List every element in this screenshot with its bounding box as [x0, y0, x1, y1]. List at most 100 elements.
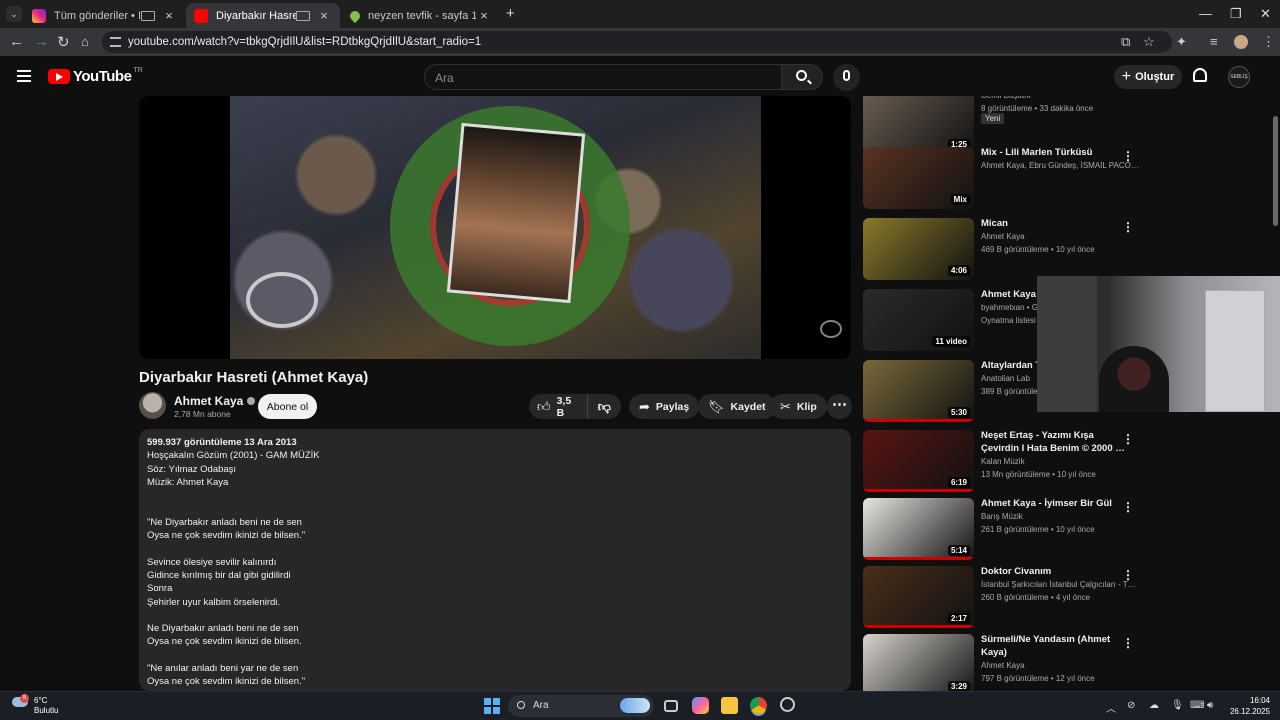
description-line: Müzik: Ahmet Kaya — [147, 476, 229, 488]
share-button[interactable]: ➦ Paylaş — [629, 394, 700, 419]
taskbar-search[interactable]: Ara — [508, 695, 654, 717]
clip-button[interactable]: ✂ Klip — [770, 394, 827, 419]
close-tab-icon[interactable]: × — [161, 8, 177, 23]
more-options-icon[interactable]: ⋮ — [1122, 568, 1134, 582]
reading-list-icon[interactable]: ≡ — [1210, 34, 1218, 49]
video-thumbnail[interactable]: Mix — [863, 147, 974, 209]
restore-icon[interactable]: ❐ — [1230, 6, 1242, 22]
profile-avatar[interactable] — [1234, 35, 1248, 49]
minimize-icon[interactable]: — — [1199, 6, 1212, 21]
like-button[interactable]: 👍︎ 3,5 B — [529, 394, 588, 419]
app-icon-red-badge[interactable] — [780, 697, 795, 712]
temperature: 6°C — [34, 696, 48, 705]
channel-name[interactable]: Ahmet Kaya — [174, 394, 256, 408]
close-tab-icon[interactable]: × — [316, 8, 332, 23]
recommendation-channel[interactable]: Ahmet Kaya — [981, 661, 1025, 670]
file-explorer-icon[interactable] — [721, 697, 738, 714]
tab-search-button[interactable]: ⌄ — [6, 6, 22, 22]
recommendation-channel[interactable]: Cemil Baştürk — [981, 96, 1031, 100]
recommendation-item[interactable]: 2:17 Doktor Civanım İstanbul Şarkıcıları İ… — [863, 566, 1263, 632]
reload-icon[interactable]: ↻ — [57, 33, 70, 51]
subscribe-button[interactable]: Abone ol — [258, 394, 317, 419]
account-avatar[interactable]: SEBLİŞ — [1228, 66, 1250, 88]
channel-watermark[interactable] — [820, 320, 842, 338]
notifications-bell-icon[interactable] — [1193, 68, 1207, 82]
more-options-icon[interactable]: ⋮ — [1122, 636, 1134, 650]
menu-icon[interactable] — [17, 70, 31, 82]
recommendation-channel[interactable]: İstanbul Şarkıcıları İstanbul Çalgıcılar… — [981, 580, 1136, 589]
more-options-icon[interactable]: ⋮ — [1122, 500, 1134, 514]
new-tab-button[interactable]: + — [506, 5, 515, 22]
sync-off-icon[interactable]: ⊘ — [1127, 700, 1135, 711]
start-button[interactable] — [484, 698, 500, 714]
scrollbar-thumb[interactable] — [1273, 116, 1278, 226]
recommendation-channel[interactable]: byahmetxan • G — [981, 303, 1038, 312]
video-thumbnail[interactable]: 11 video — [863, 289, 974, 351]
recommendation-title[interactable]: Doktor Civanım — [981, 566, 1131, 579]
recommendation-channel[interactable]: Barış Müzik — [981, 512, 1023, 521]
install-app-icon[interactable]: ⧉ — [1121, 34, 1130, 50]
home-icon[interactable]: ⌂ — [81, 34, 89, 49]
chevron-up-icon[interactable]: ︿ — [1106, 700, 1116, 715]
copilot-icon[interactable] — [692, 697, 709, 714]
recommendation-item[interactable]: 6:19 Neşet Ertaş - Yazımı Kışa Çevirdin I… — [863, 430, 1263, 496]
video-thumbnail[interactable]: 3:29 — [863, 634, 974, 691]
chrome-icon[interactable] — [750, 697, 767, 714]
recommendation-title[interactable]: Sürmeli/Ne Yandasın (Ahmet Kaya) — [981, 634, 1131, 659]
search-button[interactable] — [781, 64, 823, 90]
recommendation-channel[interactable]: Ahmet Kaya — [981, 232, 1025, 241]
more-options-icon[interactable]: ⋮ — [1122, 432, 1134, 446]
recommendation-title[interactable]: Mix - Lili Marlen Türküsü — [981, 147, 1131, 160]
task-view-icon[interactable] — [664, 700, 678, 712]
recommendation-title[interactable]: Mican — [981, 218, 1131, 231]
video-thumbnail[interactable]: 5:30 — [863, 360, 974, 422]
clock[interactable]: 16:04 26.12.2025 — [1230, 695, 1270, 717]
video-thumbnail[interactable]: 5:14 — [863, 498, 974, 560]
network-icon[interactable]: ⌨ — [1190, 700, 1204, 711]
recommendation-item[interactable]: 3:29 Sürmeli/Ne Yandasın (Ahmet Kaya) Ahme… — [863, 634, 1263, 691]
tab-youtube[interactable]: Diyarbakır Hasreti (Ahmet K × — [186, 3, 340, 28]
video-title: Diyarbakır Hasreti (Ahmet Kaya) — [139, 369, 369, 386]
recommendation-title[interactable]: Neşet Ertaş - Yazımı Kışa Çevirdin I Hat… — [981, 430, 1131, 455]
close-tab-icon[interactable]: × — [476, 8, 492, 23]
recommendation-meta: 469 B görüntüleme • 10 yıl önce — [981, 245, 1095, 254]
microphone-tray-icon[interactable]: 🎙︎ — [1171, 700, 1184, 711]
thumbs-down-icon: 👎︎ — [597, 398, 611, 414]
bookmark-star-icon[interactable]: ☆ — [1143, 34, 1155, 50]
back-icon[interactable]: ← — [9, 33, 24, 50]
video-thumbnail[interactable]: 6:19 — [863, 430, 974, 492]
voice-search-button[interactable] — [833, 64, 860, 91]
recommendation-channel[interactable]: Anatolian Lab — [981, 374, 1030, 383]
youtube-logo[interactable]: YouTube TR — [48, 67, 143, 85]
video-player[interactable] — [139, 96, 851, 359]
more-options-icon[interactable]: ⋮ — [1122, 149, 1134, 163]
forward-icon[interactable]: → — [34, 33, 49, 50]
more-options-icon[interactable]: ⋮ — [1122, 220, 1134, 234]
dislike-button[interactable]: 👎︎ — [588, 399, 621, 415]
channel-avatar[interactable] — [139, 392, 166, 419]
save-button[interactable]: 🔖︎ Kaydet — [698, 394, 776, 419]
recommendation-title[interactable]: Ahmet Kaya - İyimser Bir Gül — [981, 498, 1131, 511]
video-description[interactable]: 599.937 görüntüleme 13 Ara 2013 Hoşçakal… — [139, 429, 851, 691]
onedrive-icon[interactable]: ☁ — [1149, 700, 1159, 711]
video-thumbnail[interactable]: 4:06 — [863, 218, 974, 280]
tab-instagram[interactable]: Tüm gönderiler • Instagram × — [24, 3, 185, 28]
recommendation-channel[interactable]: Kalan Müzik — [981, 457, 1025, 466]
search-input[interactable]: Ara — [424, 64, 782, 90]
volume-icon[interactable]: 🔊︎ — [1207, 700, 1213, 711]
recommendation-item[interactable]: 5:14 Ahmet Kaya - İyimser Bir Gül Barış Mü… — [863, 498, 1263, 564]
recommendation-channel[interactable]: Ahmet Kaya, Ebru Gündeş, İSMAİL PACO… — [981, 161, 1139, 170]
extensions-icon[interactable]: ✦ — [1176, 34, 1187, 50]
browser-menu-icon[interactable]: ⋮ — [1262, 34, 1275, 50]
video-thumbnail[interactable]: 1:25 — [863, 96, 974, 154]
video-thumbnail[interactable]: 2:17 — [863, 566, 974, 628]
page-scrollbar[interactable] — [1272, 96, 1278, 691]
recommendation-item[interactable]: Mix Mix - Lili Marlen Türküsü Ahmet Kaya, … — [863, 147, 1263, 213]
more-actions-button[interactable]: ⋯ — [827, 394, 852, 419]
close-window-icon[interactable]: ✕ — [1260, 6, 1271, 22]
recommendation-item[interactable]: 4:06 Mican Ahmet Kaya 469 B görüntüleme • 1… — [863, 218, 1263, 284]
address-bar[interactable]: youtube.com/watch?v=tbkgQrjdIlU&list=RDt… — [102, 31, 1172, 53]
tab-eksi[interactable]: neyzen tevfik - sayfa 10 - ekşi s × — [342, 3, 500, 28]
create-button[interactable]: + Oluştur — [1114, 65, 1182, 89]
site-info-icon[interactable] — [110, 37, 121, 47]
